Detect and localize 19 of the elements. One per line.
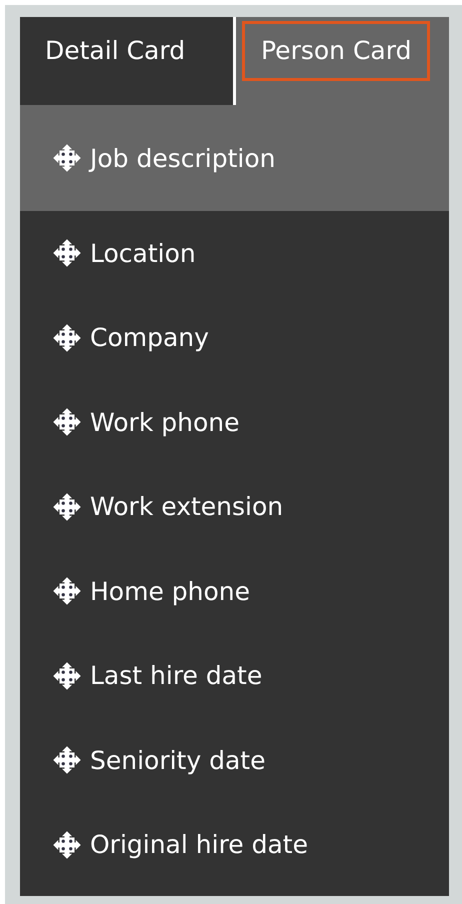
- move-icon: [52, 492, 82, 522]
- move-icon: [52, 322, 82, 353]
- field-item[interactable]: Job description: [20, 105, 449, 211]
- field-item[interactable]: Seniority date: [20, 718, 449, 802]
- field-item[interactable]: Work phone: [20, 380, 449, 464]
- field-item[interactable]: Company: [20, 296, 449, 380]
- field-item[interactable]: Location: [20, 211, 449, 296]
- move-icon: [52, 745, 82, 776]
- field-item[interactable]: Original hire date: [20, 802, 449, 887]
- field-item[interactable]: Work extension: [20, 464, 449, 549]
- move-icon: [52, 407, 82, 438]
- move-icon: [52, 143, 82, 173]
- field-item[interactable]: Home phone: [20, 549, 449, 634]
- move-icon: [52, 660, 82, 691]
- field-item[interactable]: Last hire date: [20, 634, 449, 718]
- tab[interactable]: Person Card: [236, 17, 449, 105]
- move-icon: [52, 238, 82, 268]
- move-icon: [52, 576, 82, 606]
- move-icon: [52, 830, 82, 860]
